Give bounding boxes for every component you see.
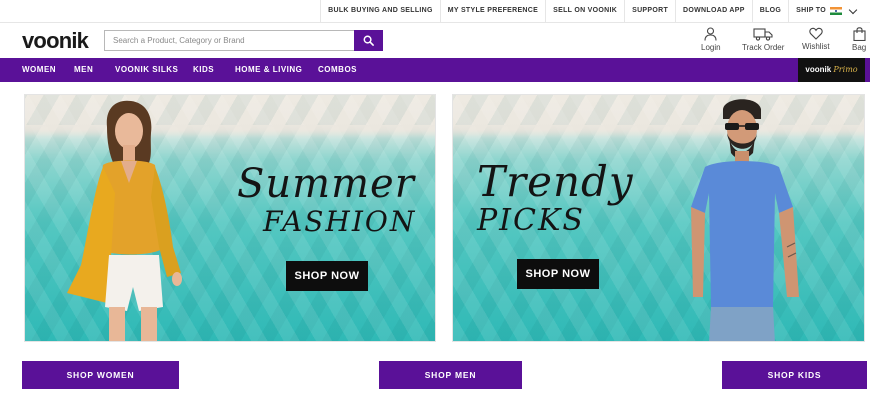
category-nav: WOMEN MEN VOONIK SILKS KIDS HOME & LIVIN… xyxy=(0,58,870,82)
banner-headline-line1: Summer xyxy=(237,161,415,207)
shop-now-button-trendy[interactable]: SHOP NOW xyxy=(517,259,599,289)
shop-kids-button[interactable]: SHOP KIDS xyxy=(722,361,867,389)
track-order-button[interactable]: Track Order xyxy=(742,27,784,52)
india-flag-icon xyxy=(830,7,842,15)
main-header: voonik Login Track Order Wishlist xyxy=(0,23,870,58)
utility-bar: BULK BUYING AND SELLING MY STYLE PREFERE… xyxy=(0,0,870,23)
chevron-down-icon xyxy=(848,5,858,14)
bag-icon xyxy=(853,27,866,41)
link-blog[interactable]: BLOG xyxy=(751,0,788,22)
shop-men-button[interactable]: SHOP MEN xyxy=(379,361,522,389)
search-button[interactable] xyxy=(354,30,383,51)
banner-summer-fashion[interactable]: Summer FASHION SHOP NOW xyxy=(24,94,436,342)
voonik-primo-badge[interactable]: voonik Primo xyxy=(798,58,865,82)
primo-word: Primo xyxy=(833,65,858,74)
search-icon xyxy=(363,35,374,46)
nav-item-men[interactable]: MEN xyxy=(74,58,93,82)
nav-item-home-living[interactable]: HOME & LIVING xyxy=(235,58,302,82)
heart-icon xyxy=(809,27,823,40)
link-style-preference[interactable]: MY STYLE PREFERENCE xyxy=(439,0,545,22)
link-download-app[interactable]: DOWNLOAD APP xyxy=(675,0,752,22)
search-input[interactable] xyxy=(104,30,355,51)
model-woman-image xyxy=(67,100,182,341)
banner-headline-line2: FASHION xyxy=(263,205,417,238)
shop-now-button-summer[interactable]: SHOP NOW xyxy=(286,261,368,291)
nav-item-women[interactable]: WOMEN xyxy=(22,58,56,82)
truck-icon xyxy=(753,28,773,41)
banner-headline-line1: Trendy xyxy=(477,157,634,206)
login-button[interactable]: Login xyxy=(701,27,721,52)
ship-to-selector[interactable]: SHIP TO xyxy=(788,0,870,22)
login-label: Login xyxy=(701,43,721,52)
model-man-image xyxy=(691,99,799,341)
wishlist-label: Wishlist xyxy=(802,42,830,51)
primo-brand-text: voonik xyxy=(805,65,832,74)
user-icon xyxy=(704,27,717,41)
wishlist-button[interactable]: Wishlist xyxy=(802,27,830,51)
nav-item-kids[interactable]: KIDS xyxy=(193,58,214,82)
track-order-label: Track Order xyxy=(742,43,785,52)
link-bulk-buying[interactable]: BULK BUYING AND SELLING xyxy=(320,0,440,22)
bag-label: Bag xyxy=(852,43,867,52)
nav-item-combos[interactable]: COMBOS xyxy=(318,58,357,82)
shop-women-button[interactable]: SHOP WOMEN xyxy=(22,361,179,389)
ship-to-label: SHIP TO xyxy=(796,7,826,14)
nav-item-voonik-silks[interactable]: VOONIK SILKS xyxy=(115,58,178,82)
voonik-logo[interactable]: voonik xyxy=(22,28,89,54)
link-support[interactable]: SUPPORT xyxy=(624,0,675,22)
link-sell-on-voonik[interactable]: SELL ON VOONIK xyxy=(545,0,624,22)
banner-trendy-picks[interactable]: Trendy PICKS SHOP NOW xyxy=(452,94,865,342)
banner-headline-line2: PICKS xyxy=(477,203,585,238)
bag-button[interactable]: Bag xyxy=(852,27,866,52)
